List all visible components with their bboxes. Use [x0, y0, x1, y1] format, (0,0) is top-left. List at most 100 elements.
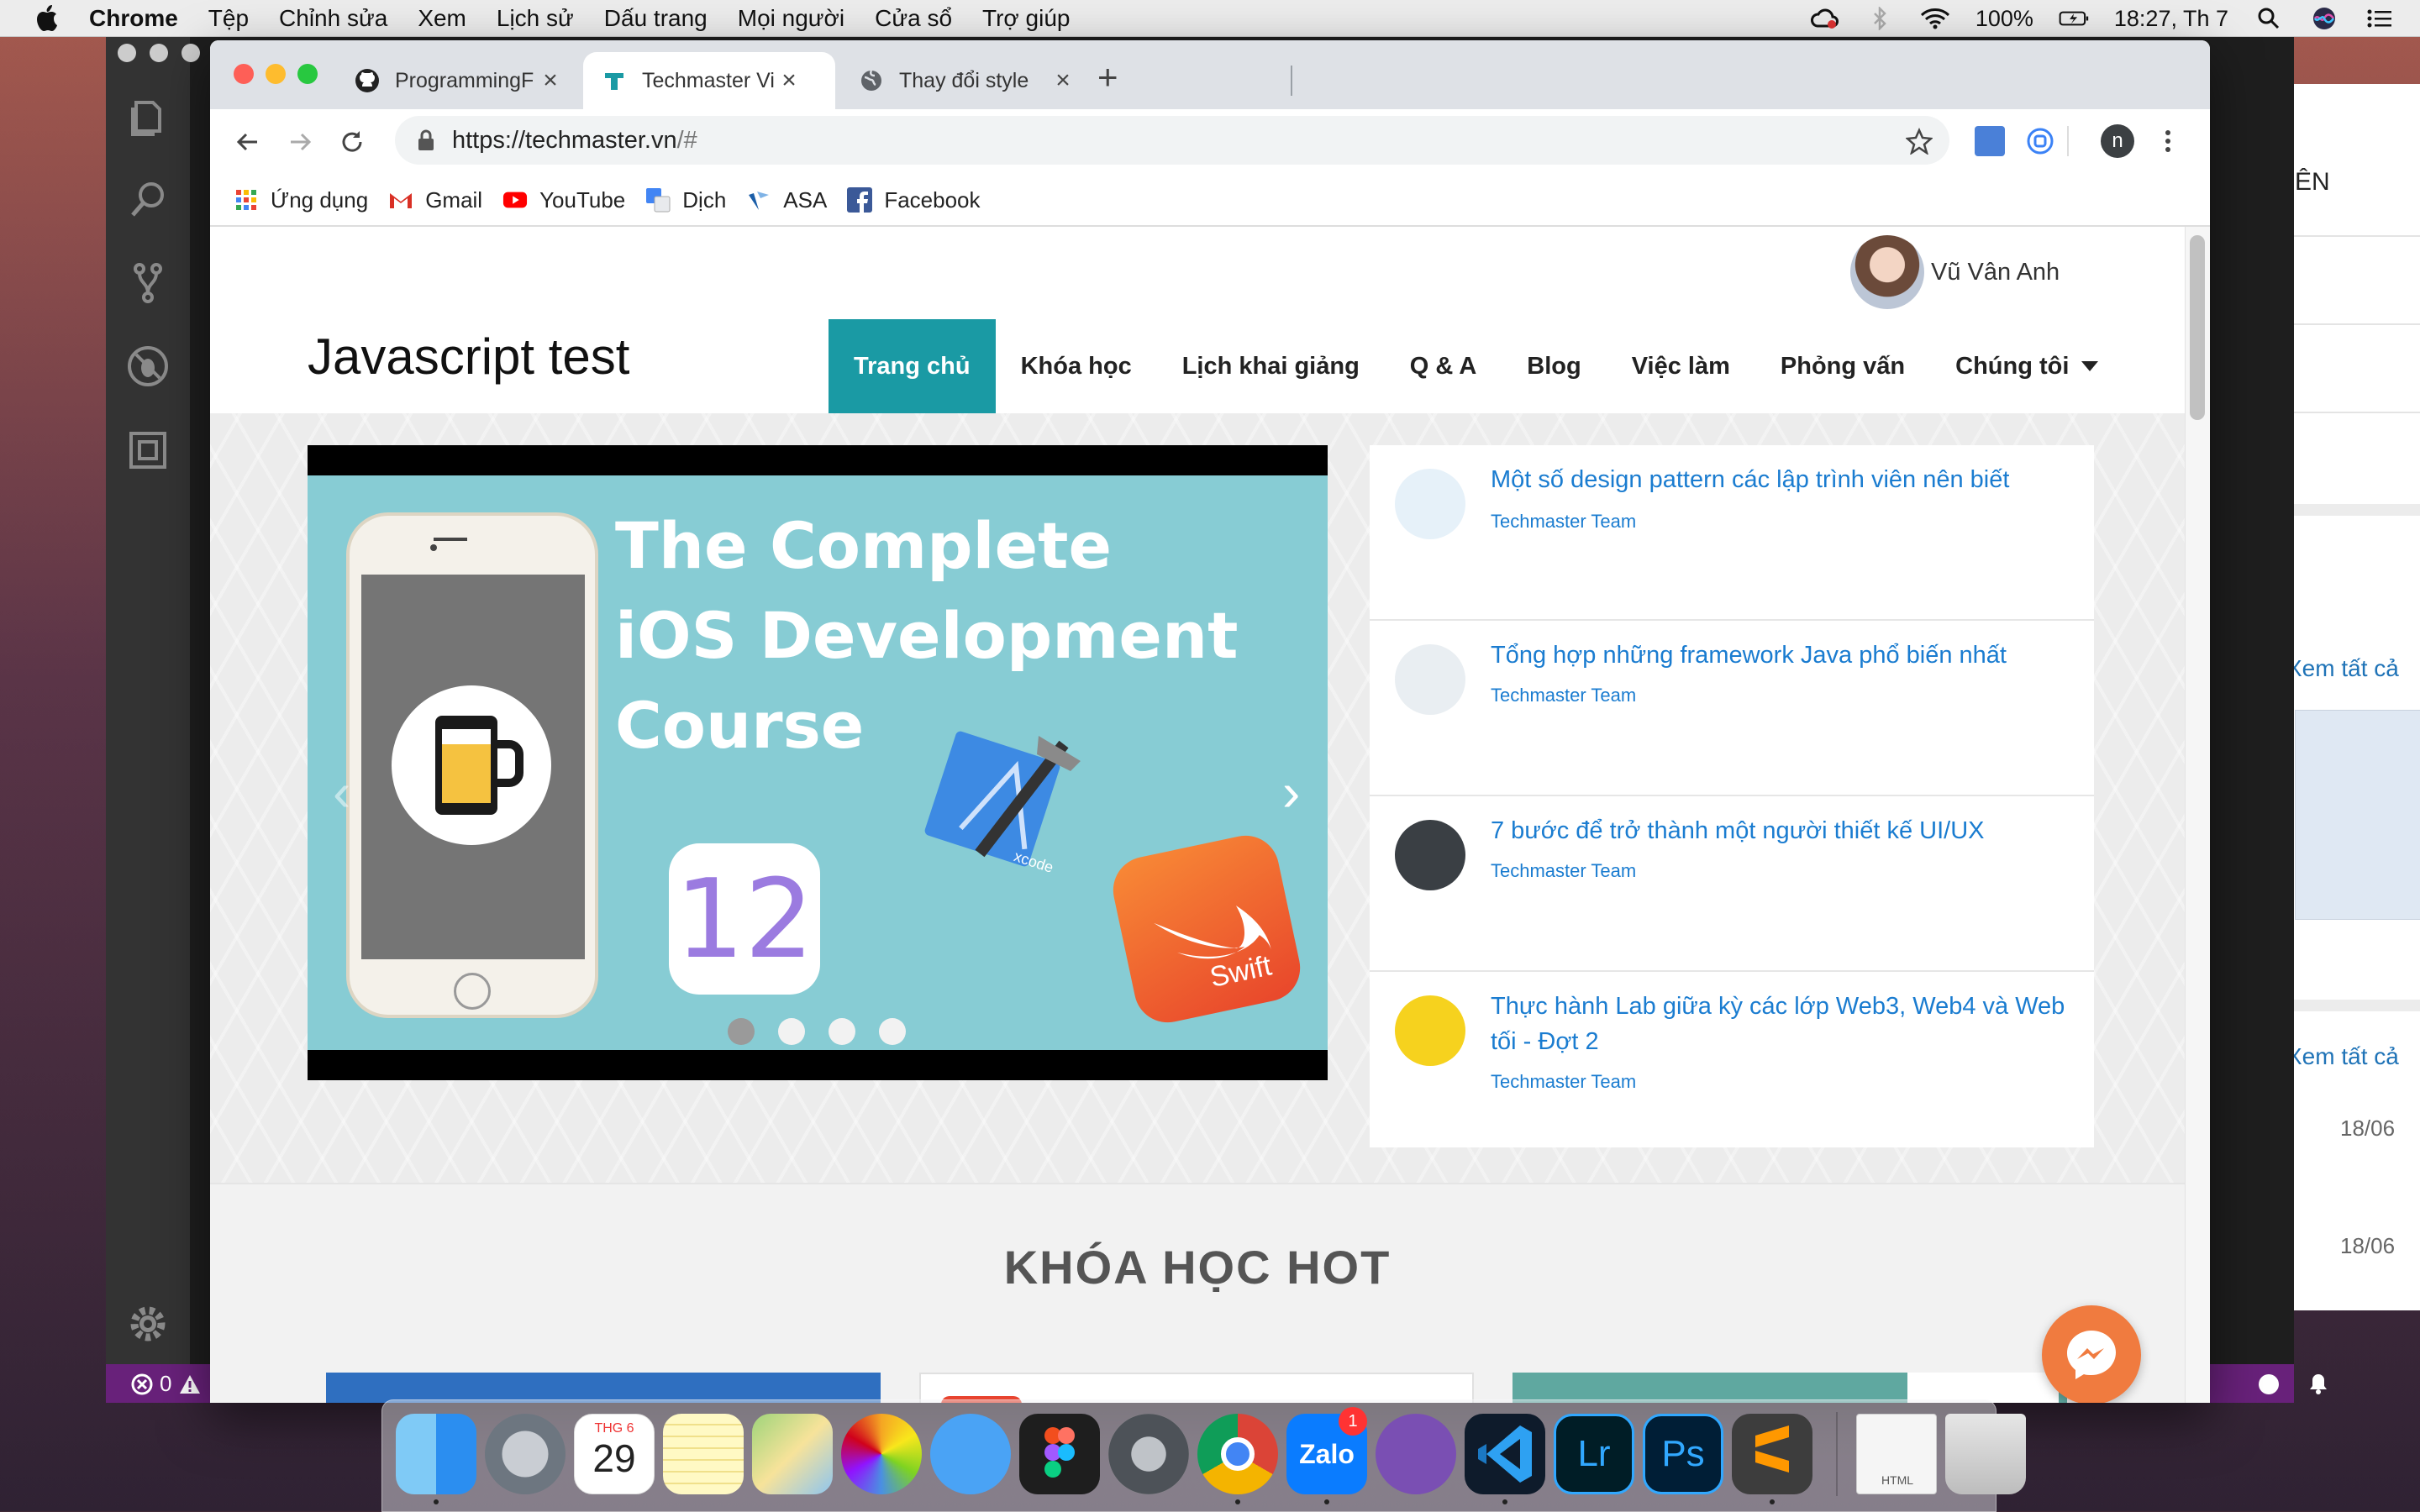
settings-gear-icon[interactable]	[124, 1300, 171, 1347]
explorer-icon[interactable]	[124, 94, 171, 141]
reload-icon[interactable]	[338, 128, 366, 156]
extension-target-icon[interactable]	[2025, 126, 2055, 156]
nav-qa[interactable]: Q & A	[1385, 319, 1502, 413]
kebab-menu-icon[interactable]	[2160, 126, 2176, 156]
nav-jobs[interactable]: Việc làm	[1607, 319, 1755, 413]
scrollbar-thumb[interactable]	[2190, 235, 2205, 420]
menu-help[interactable]: Trợ giúp	[982, 5, 1070, 32]
vscode-icon[interactable]	[1465, 1414, 1545, 1494]
user-profile[interactable]: Vũ Vân Anh	[1850, 235, 2060, 309]
article-author[interactable]: Techmaster Team	[1491, 1071, 1636, 1093]
carousel-prev-button[interactable]: ‹	[333, 761, 350, 823]
site-logo[interactable]: Javascript test	[308, 328, 629, 386]
carousel-next-button[interactable]: ›	[1282, 761, 1300, 823]
article-title[interactable]: Thực hành Lab giữa kỳ các lớp Web3, Web4…	[1491, 989, 2070, 1059]
finder-icon[interactable]	[396, 1414, 476, 1494]
article-item[interactable]: Một số design pattern các lập trình viên…	[1370, 445, 2094, 621]
feedback-smiley-icon[interactable]	[2257, 1373, 2281, 1396]
notes-icon[interactable]	[663, 1414, 744, 1494]
extensions-icon[interactable]	[124, 427, 171, 474]
menu-view[interactable]: Xem	[418, 5, 466, 32]
vscode-minimize-dot[interactable]	[150, 44, 168, 62]
zoom-window-button[interactable]	[297, 64, 318, 84]
status-error-count[interactable]: 0	[160, 1371, 171, 1397]
trash-icon[interactable]	[1945, 1414, 2026, 1494]
article-thumbnail[interactable]	[1395, 644, 1465, 715]
background-see-all-link-2[interactable]: Xem tất cả	[2286, 1043, 2399, 1070]
maps-icon[interactable]	[752, 1414, 833, 1494]
bookmark-gmail[interactable]: Gmail	[388, 187, 482, 213]
creative-cloud-icon[interactable]	[1809, 6, 1839, 31]
menu-bookmarks[interactable]: Dấu trang	[604, 5, 708, 32]
article-author[interactable]: Techmaster Team	[1491, 685, 1636, 706]
messages-icon[interactable]	[930, 1414, 1011, 1494]
close-window-button[interactable]	[234, 64, 254, 84]
bookmark-translate[interactable]: Dịch	[645, 187, 726, 213]
bookmark-youtube[interactable]: YouTube	[502, 187, 625, 213]
photos-icon[interactable]	[841, 1414, 922, 1494]
tab-thay-doi-style[interactable]: Thay đổi style ×	[840, 52, 1092, 109]
bookmark-star-icon[interactable]	[1906, 128, 1933, 155]
article-author[interactable]: Techmaster Team	[1491, 511, 1636, 533]
article-title[interactable]: 7 bước để trở thành một người thiết kế U…	[1491, 813, 2070, 848]
photoshop-icon[interactable]: Ps	[1643, 1414, 1723, 1494]
nav-home[interactable]: Trang chủ	[829, 319, 996, 413]
menu-file[interactable]: Tệp	[208, 5, 249, 32]
article-thumbnail[interactable]	[1395, 820, 1465, 890]
address-bar[interactable]: https://techmaster.vn/#	[395, 116, 1949, 165]
back-arrow-icon[interactable]	[234, 128, 262, 156]
menu-window[interactable]: Cửa sổ	[875, 5, 952, 32]
battery-icon[interactable]	[2059, 6, 2089, 31]
minimize-window-button[interactable]	[266, 64, 286, 84]
course-card[interactable]	[919, 1373, 1474, 1403]
menu-history[interactable]: Lịch sử	[497, 5, 574, 32]
calendar-icon[interactable]: THG 6 29	[574, 1414, 655, 1494]
nav-interview[interactable]: Phỏng vấn	[1755, 319, 1930, 413]
carousel-dot[interactable]	[728, 1018, 755, 1045]
user-name[interactable]: Vũ Vân Anh	[1931, 259, 2060, 286]
nav-about-us[interactable]: Chúng tôi	[1930, 319, 2124, 413]
article-title[interactable]: Tổng hợp những framework Java phổ biến n…	[1491, 638, 2070, 673]
html-file-icon[interactable]: HTML	[1856, 1414, 1937, 1494]
tab-techmaster[interactable]: Techmaster Vi ×	[583, 52, 835, 109]
avatar[interactable]	[1850, 235, 1924, 309]
close-tab-icon[interactable]: ×	[538, 66, 563, 95]
menubar-clock[interactable]: 18:27, Th 7	[2114, 6, 2228, 32]
wifi-icon[interactable]	[1920, 6, 1950, 31]
forward-arrow-icon[interactable]	[286, 128, 314, 156]
article-thumbnail[interactable]	[1395, 469, 1465, 539]
spotlight-search-icon[interactable]	[2254, 6, 2284, 31]
lock-icon[interactable]	[417, 129, 435, 151]
article-thumbnail[interactable]	[1395, 995, 1465, 1066]
menu-edit[interactable]: Chỉnh sửa	[279, 5, 387, 32]
course-card[interactable]	[326, 1373, 881, 1403]
chrome-icon[interactable]	[1197, 1414, 1278, 1494]
nav-blog[interactable]: Blog	[1502, 319, 1606, 413]
menu-people[interactable]: Mọi người	[738, 5, 844, 32]
menu-app-name[interactable]: Chrome	[89, 5, 178, 32]
close-tab-icon[interactable]: ×	[776, 66, 802, 95]
new-tab-button[interactable]: +	[1097, 57, 1118, 97]
github-desktop-icon[interactable]	[1376, 1414, 1456, 1494]
article-author[interactable]: Techmaster Team	[1491, 860, 1636, 882]
nav-schedule[interactable]: Lịch khai giảng	[1157, 319, 1385, 413]
article-item[interactable]: 7 bước để trở thành một người thiết kế U…	[1370, 796, 2094, 972]
carousel-dot[interactable]	[879, 1018, 906, 1045]
source-control-icon[interactable]	[124, 259, 171, 306]
siri-icon[interactable]	[2309, 6, 2339, 31]
google-translate-icon[interactable]	[1975, 126, 2005, 156]
carousel-dot[interactable]	[829, 1018, 855, 1045]
search-icon[interactable]	[124, 176, 171, 223]
notification-center-icon[interactable]	[2365, 6, 2395, 31]
vscode-close-dot[interactable]	[118, 44, 136, 62]
figma-icon[interactable]	[1019, 1414, 1100, 1494]
lightroom-icon[interactable]: Lr	[1554, 1414, 1634, 1494]
error-icon[interactable]	[131, 1373, 153, 1395]
background-see-all-link[interactable]: Xem tất cả	[2286, 655, 2399, 682]
article-item[interactable]: Thực hành Lab giữa kỳ các lớp Web3, Web4…	[1370, 972, 2094, 1147]
carousel-slide[interactable]: The Complete iOS Development Course 12 x…	[308, 475, 1328, 1050]
close-tab-icon[interactable]: ×	[1050, 66, 1076, 95]
carousel-dot[interactable]	[778, 1018, 805, 1045]
course-card[interactable]	[1512, 1373, 2067, 1403]
system-preferences-icon[interactable]	[1108, 1414, 1189, 1494]
